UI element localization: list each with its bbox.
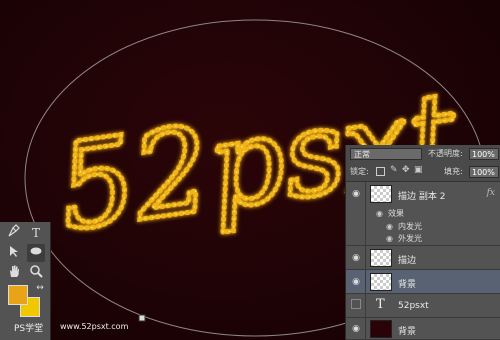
- layer-divider: [365, 182, 366, 245]
- lock-pixels-icon[interactable]: ✎: [390, 165, 398, 175]
- layer-thumbnail: [370, 185, 392, 203]
- fill-label: 填充:: [444, 167, 463, 176]
- layer-name: 背景: [398, 280, 417, 290]
- layer-row[interactable]: T 52psxt: [346, 294, 500, 318]
- layer-name: 52psxt: [398, 301, 429, 311]
- visibility-box[interactable]: [349, 299, 363, 313]
- canvas-area[interactable]: 52psxt 52psxt T ↔ PS学堂 www.52psxt.com 正常…: [0, 0, 500, 340]
- path-select-icon[interactable]: [5, 244, 23, 262]
- blend-mode-select[interactable]: 正常: [350, 148, 422, 160]
- layer-divider: [365, 318, 366, 339]
- eye-icon[interactable]: ◉: [349, 251, 363, 265]
- eye-icon[interactable]: ◉: [349, 187, 363, 201]
- layer-row[interactable]: ◉ 描边 副本 2 fx ◉ 效果 ◉ 内发光 ◉ 外发光: [346, 182, 500, 246]
- eye-icon[interactable]: ◉: [349, 275, 363, 289]
- layer-row[interactable]: ◉ 描边: [346, 246, 500, 270]
- lock-transparent-icon[interactable]: [376, 167, 385, 176]
- lock-position-icon[interactable]: ✥: [402, 165, 410, 175]
- effect-inner-glow[interactable]: 内发光: [398, 221, 422, 232]
- effect-outer-glow[interactable]: 外发光: [398, 233, 422, 244]
- transform-handle[interactable]: [138, 314, 146, 322]
- ellipse-icon[interactable]: [27, 244, 45, 262]
- layer-thumbnail: [370, 249, 392, 267]
- lock-row: 锁定: ✎ ✥ ▣ 填充: 100%: [346, 163, 500, 182]
- watermark-left: PS学堂: [14, 324, 44, 334]
- fx-icon[interactable]: fx: [487, 188, 495, 198]
- eye-icon[interactable]: ◉: [349, 322, 363, 336]
- eye-icon[interactable]: ◉: [376, 209, 383, 218]
- eye-icon[interactable]: ◉: [386, 234, 393, 243]
- eye-icon[interactable]: ◉: [386, 222, 393, 231]
- layer-divider: [365, 294, 366, 317]
- effects-label: 效果: [388, 209, 404, 218]
- blend-row: 正常 不透明度: 100%: [346, 145, 500, 164]
- layer-row[interactable]: ◉ 背景: [346, 318, 500, 340]
- text-layer-icon: T: [376, 297, 385, 312]
- lock-all-icon[interactable]: ▣: [414, 165, 423, 175]
- layer-name: 背景: [398, 327, 417, 337]
- layer-thumbnail: [370, 320, 392, 338]
- zoom-icon[interactable]: [27, 264, 45, 282]
- opacity-label: 不透明度:: [428, 149, 463, 158]
- layer-thumbnail: [370, 273, 392, 291]
- swap-colors-icon[interactable]: ↔: [34, 282, 46, 294]
- layer-row-selected[interactable]: ◉ 背景: [346, 270, 500, 294]
- layer-name: 描边: [398, 256, 417, 266]
- pen-icon[interactable]: [5, 224, 23, 242]
- fill-input[interactable]: 100%: [469, 166, 499, 178]
- foreground-color-swatch[interactable]: [8, 285, 28, 305]
- opacity-input[interactable]: 100%: [469, 148, 499, 160]
- lock-label: 锁定:: [350, 167, 369, 176]
- hand-icon[interactable]: [5, 264, 23, 282]
- layer-name: 描边 副本 2: [398, 192, 446, 202]
- type-icon[interactable]: T: [27, 224, 45, 242]
- layers-panel: 正常 不透明度: 100% 锁定: ✎ ✥ ▣ 填充: 100% ◉ 描边 副本…: [345, 145, 500, 340]
- layer-divider: [365, 246, 366, 269]
- layer-divider: [365, 270, 366, 293]
- watermark-right: www.52psxt.com: [60, 322, 129, 331]
